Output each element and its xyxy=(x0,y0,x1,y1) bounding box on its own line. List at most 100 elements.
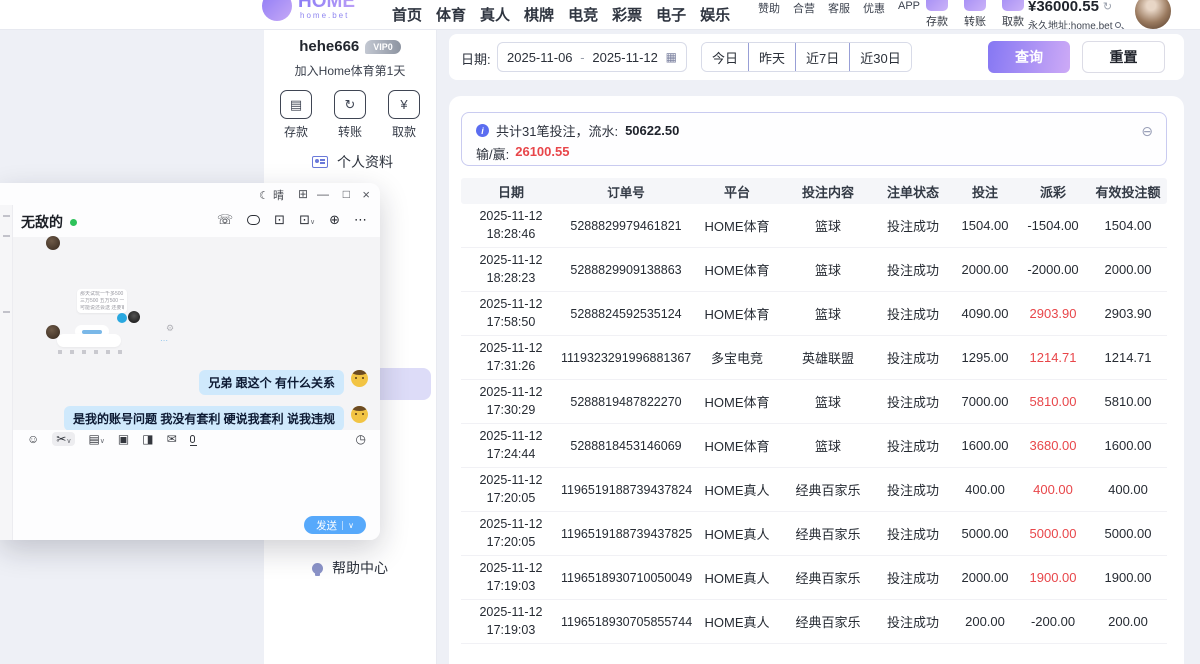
link-promo[interactable]: 优惠 xyxy=(863,0,885,16)
refresh-balance-icon[interactable]: ↻ xyxy=(1103,0,1112,13)
sidebar-item-help[interactable]: 帮助中心 xyxy=(312,558,388,578)
info-icon: i xyxy=(476,124,489,137)
filter-bar: 日期: 2025-11-06 - 2025-11-12 ▦ 今日 昨天 近7日 … xyxy=(449,34,1184,80)
peer-avatar xyxy=(46,236,60,250)
collapse-icon[interactable]: ⊖ xyxy=(1141,123,1153,140)
table-row: 2025-11-1217:19:03 1196518930705855744 H… xyxy=(461,600,1167,644)
transfer-outline-icon: ↻ xyxy=(334,90,366,119)
sidebar-withdraw-button[interactable]: ¥ 取款 xyxy=(388,90,420,140)
nav-item-chess[interactable]: 棋牌 xyxy=(524,4,554,25)
sticker-thumbnail[interactable] xyxy=(117,313,127,323)
microphone-icon[interactable] xyxy=(190,435,195,443)
remote-desktop-icon[interactable]: ⊡∨ xyxy=(299,212,315,228)
close-icon[interactable]: × xyxy=(362,187,370,202)
chat-titlebar[interactable]: ☾ 晴 ⊞ — □ × xyxy=(0,183,380,205)
nav-item-sports[interactable]: 体育 xyxy=(436,4,466,25)
quoted-message-card[interactable]: 那天试玩一千多500 二万500 三万500 五万500 一万500 可能说还会… xyxy=(77,289,127,313)
range-7days-button[interactable]: 近7日 xyxy=(795,43,849,71)
deposit-outline-icon: ▤ xyxy=(280,90,312,119)
nav-item-live[interactable]: 真人 xyxy=(480,4,510,25)
image-icon[interactable]: ▣ xyxy=(118,432,129,446)
records-card: i 共计31笔投注，流水: 50622.50 输/赢: 26100.55 ⊖ 日… xyxy=(449,96,1184,664)
nav-item-esports[interactable]: 电竞 xyxy=(568,4,598,25)
winloss-value: 26100.55 xyxy=(515,144,569,163)
emoji-icon[interactable]: ☺ xyxy=(27,432,39,446)
date-range-input[interactable]: 2025-11-06 - 2025-11-12 ▦ xyxy=(497,42,687,72)
table-row: 2025-11-1217:31:26 1119323291996881367 多… xyxy=(461,336,1167,380)
gear-icon[interactable]: ⚙ xyxy=(166,323,174,334)
nav-item-slots[interactable]: 电子 xyxy=(656,4,686,25)
joined-text: 加入Home体育第1天 xyxy=(264,62,436,79)
history-clock-icon[interactable]: ◷ xyxy=(356,432,366,446)
launch-app-icon[interactable]: ⊕ xyxy=(329,212,340,228)
username: hehe666 xyxy=(299,38,359,55)
chat-side-rail[interactable] xyxy=(0,205,13,540)
date-label: 日期: xyxy=(461,49,491,68)
lightbulb-icon xyxy=(312,563,323,574)
layout-icon[interactable]: ⊞ xyxy=(298,187,308,201)
withdraw-outline-icon: ¥ xyxy=(388,90,420,119)
range-today-button[interactable]: 今日 xyxy=(702,43,748,71)
logo-domain: home.bet xyxy=(300,11,349,20)
table-row: 2025-11-1217:20:05 1196519188739437824 H… xyxy=(461,468,1167,512)
chat-toolbar: ☺ ✂∨ ▤∨ ▣ ◨ ✉ ◷ xyxy=(13,430,380,450)
reset-button[interactable]: 重置 xyxy=(1082,41,1165,73)
top-navbar: HOME home.bet 首页 体育 真人 棋牌 电竞 彩票 电子 娱乐 赞助… xyxy=(0,0,1200,30)
weather-widget: ☾ 晴 xyxy=(259,187,284,203)
video-call-icon[interactable] xyxy=(247,215,260,225)
link-service[interactable]: 客服 xyxy=(828,0,850,16)
more-icon[interactable]: ⋯ xyxy=(354,212,367,228)
chat-bubble: 是我的账号问题 我没有套利 硬说我套利 说我违规 xyxy=(64,406,344,431)
table-row: 2025-11-1217:58:50 5288824592535124 HOME… xyxy=(461,292,1167,336)
loading-dots: ⋯ xyxy=(160,336,169,345)
deposit-button[interactable]: 存款 xyxy=(918,0,956,29)
minimize-icon[interactable]: — xyxy=(317,187,329,201)
photo-thumbnail[interactable] xyxy=(128,311,140,323)
summary-box: i 共计31笔投注，流水: 50622.50 输/赢: 26100.55 ⊖ xyxy=(461,112,1167,166)
mail-icon[interactable]: ✉ xyxy=(167,432,177,446)
range-30days-button[interactable]: 近30日 xyxy=(849,43,910,71)
voice-call-icon[interactable]: ☏ xyxy=(217,212,233,228)
profile-icon xyxy=(312,156,328,168)
shared-link-card[interactable] xyxy=(57,334,121,347)
sidebar-deposit-button[interactable]: ▤ 存款 xyxy=(280,90,312,140)
link-app[interactable]: APP xyxy=(898,0,920,16)
balance-block: ¥36000.55 ↻ 永久地址:home.bet xyxy=(1028,0,1121,30)
screen-share-icon[interactable]: ⊡ xyxy=(274,212,285,228)
send-options-caret[interactable]: ∨ xyxy=(348,521,354,530)
chat-window: ☾ 晴 ⊞ — □ × 无敌的 ☏ ⊡ ⊡∨ ⊕ ⋯ 那天试玩一千多500 二万… xyxy=(0,183,380,540)
link-sponsor[interactable]: 赞助 xyxy=(758,0,780,16)
nav-item-entertainment[interactable]: 娱乐 xyxy=(700,4,730,25)
sidebar-transfer-button[interactable]: ↻ 转账 xyxy=(334,90,366,140)
date-separator: - xyxy=(580,50,584,65)
maximize-icon[interactable]: □ xyxy=(343,187,350,201)
nav-item-home[interactable]: 首页 xyxy=(392,4,422,25)
search-icon[interactable] xyxy=(1115,22,1121,28)
online-status-dot xyxy=(70,219,77,226)
home-logo-icon[interactable] xyxy=(262,0,292,21)
withdraw-button[interactable]: 取款 xyxy=(994,0,1032,29)
chat-input-area[interactable]: 发送 ∨ xyxy=(13,450,380,540)
screenshot-icon[interactable]: ✂∨ xyxy=(52,432,75,446)
range-yesterday-button[interactable]: 昨天 xyxy=(748,43,795,71)
self-avatar xyxy=(351,406,368,423)
turnover-value: 50622.50 xyxy=(625,123,679,138)
calendar-icon: ▦ xyxy=(666,50,677,64)
link-partner[interactable]: 合营 xyxy=(793,0,815,16)
file-icon[interactable]: ▤∨ xyxy=(88,432,104,446)
table-header: 日期 订单号 平台 投注内容 注单状态 投注 派彩 有效投注额 xyxy=(461,178,1167,204)
audio-video-icon[interactable]: ◨ xyxy=(142,432,153,446)
transfer-button[interactable]: 转账 xyxy=(956,0,994,29)
permanent-domain: 永久地址:home.bet xyxy=(1028,17,1112,30)
send-button[interactable]: 发送 ∨ xyxy=(304,516,366,534)
withdraw-icon xyxy=(1002,0,1024,11)
search-button[interactable]: 查询 xyxy=(988,41,1070,73)
sidebar-item-profile[interactable]: 个人资料 xyxy=(312,152,393,172)
chat-header: 无敌的 ☏ ⊡ ⊡∨ ⊕ ⋯ xyxy=(13,205,380,237)
user-avatar[interactable] xyxy=(1133,0,1173,30)
table-row: 2025-11-1217:20:05 1196519188739437825 H… xyxy=(461,512,1167,556)
nav-item-lottery[interactable]: 彩票 xyxy=(612,4,642,25)
chat-message-area[interactable]: 那天试玩一千多500 二万500 三万500 五万500 一万500 可能说还会… xyxy=(13,237,380,430)
sent-message-row: 是我的账号问题 我没有套利 硬说我套利 说我违规 xyxy=(64,406,368,431)
main-nav: 首页 体育 真人 棋牌 电竞 彩票 电子 娱乐 xyxy=(392,4,730,25)
